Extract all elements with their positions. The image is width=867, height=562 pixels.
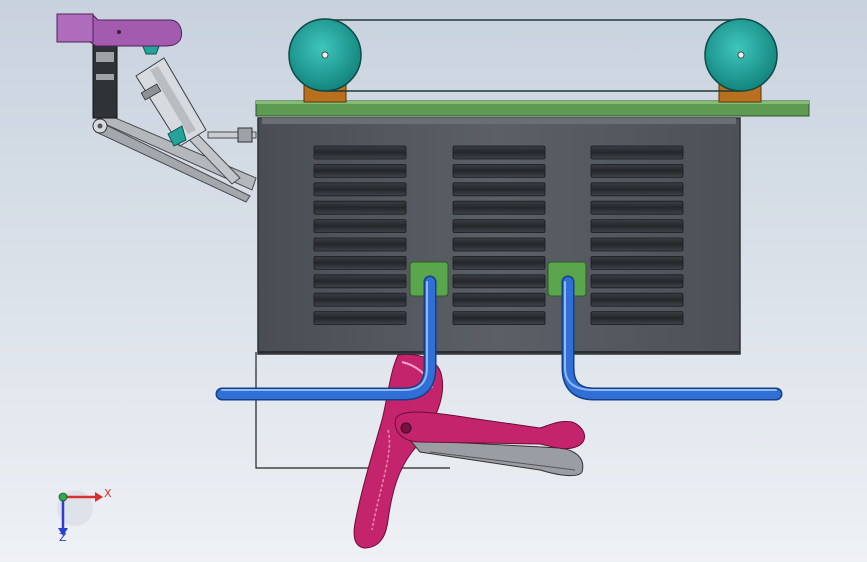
pulley-right[interactable] (704, 18, 778, 92)
vent-slot (313, 219, 407, 234)
vent-slot (590, 145, 684, 160)
motor-housing[interactable] (257, 117, 741, 355)
base-plate[interactable] (255, 100, 810, 117)
vent-slot (452, 145, 546, 160)
z-axis-label: Z (59, 531, 67, 544)
vent-slot (313, 200, 407, 215)
vent-slot (313, 274, 407, 289)
vent-slot (313, 237, 407, 252)
vent-slot (590, 292, 684, 307)
vent-slot (313, 163, 407, 178)
pulley-left[interactable] (288, 18, 362, 92)
vent-slot (452, 219, 546, 234)
vent-slot (313, 145, 407, 160)
vent-slot (452, 163, 546, 178)
vent-slot (313, 182, 407, 197)
vent-slot (590, 163, 684, 178)
vent-slot (590, 200, 684, 215)
vent-slot (452, 200, 546, 215)
vent-slot (452, 255, 546, 270)
cad-model-scene[interactable] (0, 0, 867, 562)
vent-slot (590, 311, 684, 326)
vent-slot (452, 237, 546, 252)
vent-slot (452, 292, 546, 307)
vent-slot (452, 311, 546, 326)
vent-slot (590, 274, 684, 289)
vent-slot (313, 311, 407, 326)
cad-viewport[interactable]: X Z (0, 0, 867, 562)
x-axis-label: X (104, 487, 112, 500)
vent-slot (452, 182, 546, 197)
vent-slot (590, 219, 684, 234)
vent-slot (313, 292, 407, 307)
vent-slot (313, 255, 407, 270)
vent-slot (452, 274, 546, 289)
vent-slot (590, 237, 684, 252)
vent-slot (590, 182, 684, 197)
vent-slot (590, 255, 684, 270)
